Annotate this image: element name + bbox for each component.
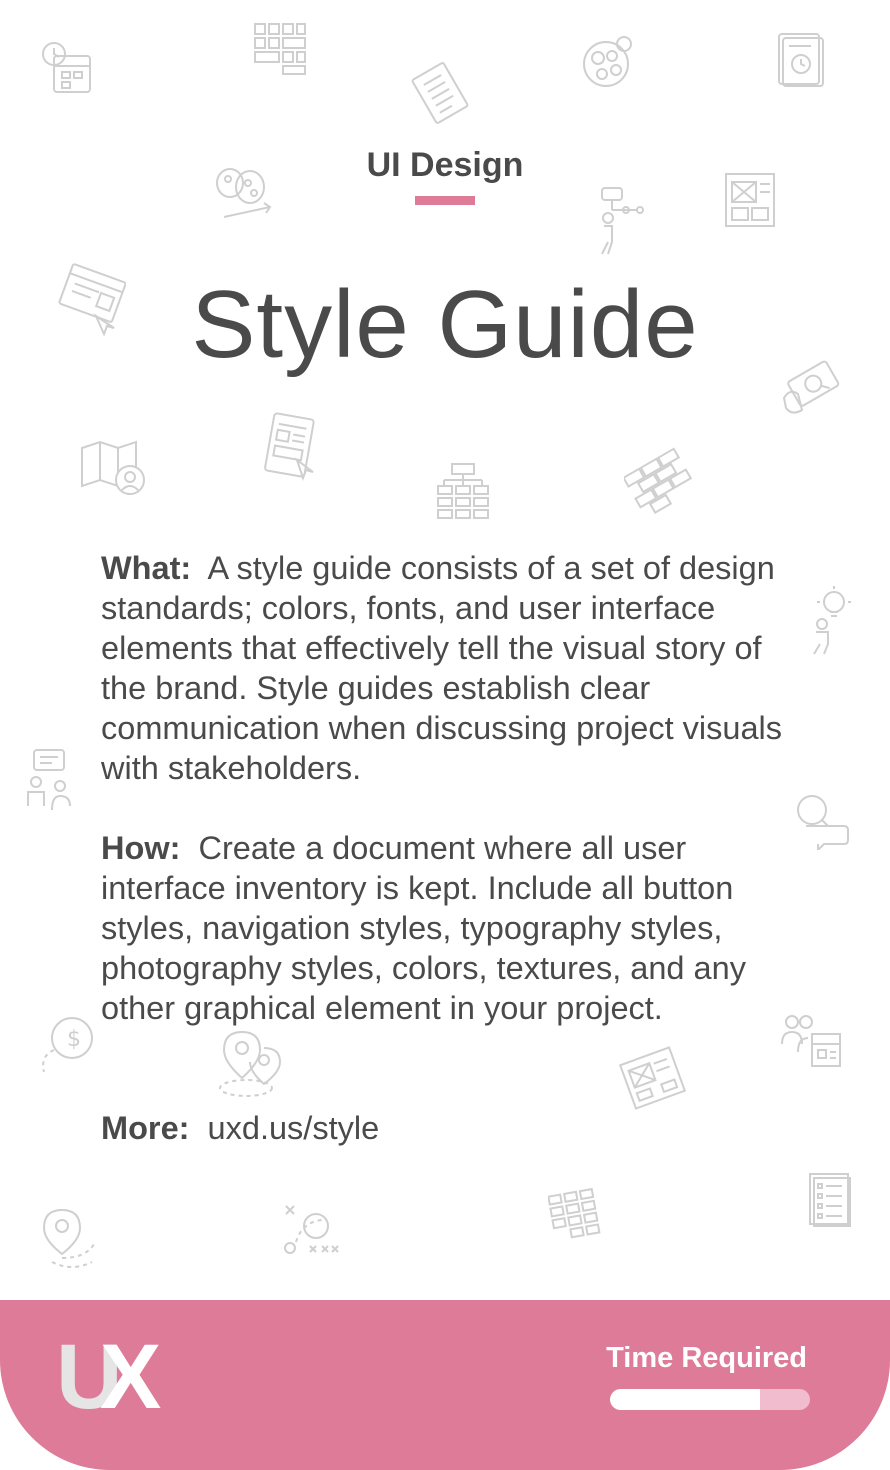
- ux-logo: U X: [56, 1331, 176, 1423]
- user-flow-icon: [598, 186, 644, 256]
- card-sort-icon: [548, 1186, 606, 1244]
- user-location-icon: [216, 1030, 286, 1100]
- card-footer: U X Time Required: [0, 1300, 890, 1470]
- brick-wall-icon: [624, 446, 696, 516]
- category-underline: [415, 196, 475, 205]
- more-label: More:: [101, 1110, 190, 1146]
- calendar-clock-icon: [40, 40, 94, 96]
- category-label: UI Design: [366, 146, 524, 184]
- what-label: What:: [101, 550, 192, 586]
- price-idea-icon: $: [36, 1016, 98, 1076]
- chat-people-icon: [26, 748, 76, 812]
- time-required-label: Time Required: [606, 1342, 807, 1374]
- document-history-icon: [777, 32, 825, 88]
- more-link[interactable]: uxd.us/style: [208, 1110, 380, 1146]
- svg-text:$: $: [67, 1027, 81, 1052]
- grid-layout-icon: [253, 22, 307, 76]
- time-required-bar: [610, 1389, 810, 1410]
- style-guide-card: $ UI Design Style Guide What: A style gu…: [0, 0, 890, 1470]
- more-section: More: uxd.us/style: [101, 1108, 801, 1148]
- wireframe-tilted-icon: [618, 1040, 692, 1112]
- checklist-icon: [408, 62, 472, 124]
- gears-icon: [580, 34, 636, 90]
- card-title: Style Guide: [191, 271, 699, 378]
- sitemap-icon: [436, 462, 490, 520]
- how-text: Create a document where all user interfa…: [101, 830, 746, 1026]
- map-search-icon: [80, 440, 152, 500]
- strategy-play-icon: [282, 1202, 340, 1260]
- how-label: How:: [101, 830, 181, 866]
- logo-letter-x: X: [100, 1326, 162, 1428]
- how-section: How: Create a document where all user in…: [101, 828, 801, 1028]
- list-document-icon: [808, 1172, 852, 1228]
- location-pin-icon: [42, 1208, 98, 1270]
- idea-person-icon: [806, 586, 854, 656]
- what-section: What: A style guide consists of a set of…: [101, 548, 801, 788]
- tablet-sketch-icon: [263, 412, 315, 482]
- what-text: A style guide consists of a set of desig…: [101, 550, 783, 786]
- time-required-fill: [610, 1389, 760, 1410]
